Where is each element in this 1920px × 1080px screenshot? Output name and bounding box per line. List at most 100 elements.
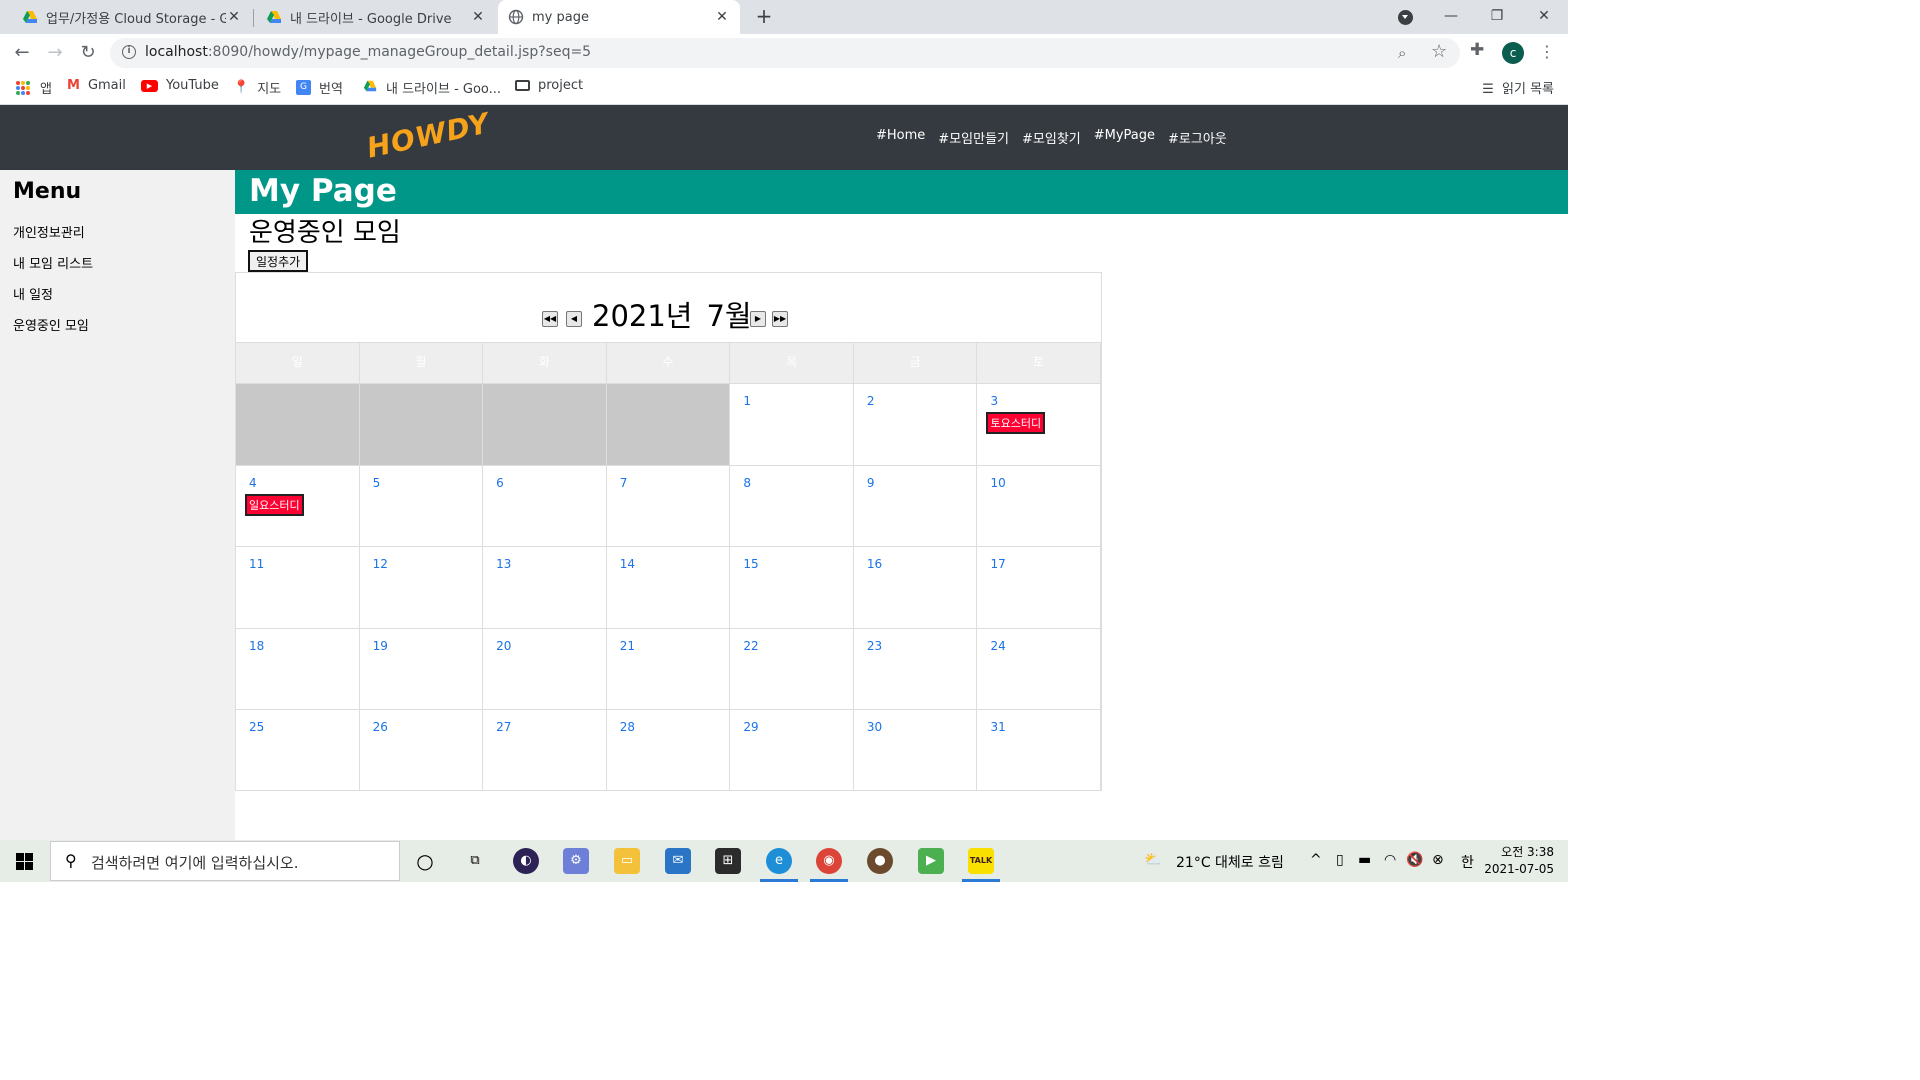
calendar-day-cell[interactable]: 18 xyxy=(236,628,360,710)
howdy-logo[interactable]: HOWDY xyxy=(364,106,493,164)
windows-start-icon[interactable] xyxy=(16,853,33,870)
calendar-day-cell[interactable]: 6 xyxy=(483,465,607,547)
event-badge[interactable]: 토요스터디 xyxy=(986,412,1046,434)
day-number[interactable]: 7 xyxy=(620,476,628,490)
bookmark-translate[interactable]: G 번역 xyxy=(296,78,343,97)
add-schedule-button[interactable]: 일정추가 xyxy=(248,250,309,272)
calendar-day-cell[interactable]: 29 xyxy=(730,710,854,791)
day-number[interactable]: 14 xyxy=(620,557,635,571)
day-number[interactable]: 3 xyxy=(990,394,998,408)
bookmark-drive[interactable]: 내 드라이브 - Goo... xyxy=(362,78,501,97)
prev-year-icon[interactable]: ◀◀ xyxy=(542,311,558,327)
day-number[interactable]: 17 xyxy=(990,557,1005,571)
nav-home[interactable]: #Home xyxy=(876,128,925,147)
calendar-day-cell[interactable]: 5 xyxy=(360,465,484,547)
bookmark-project[interactable]: project xyxy=(515,78,583,93)
restore-button[interactable]: ❐ xyxy=(1474,0,1520,34)
nav-find-group[interactable]: #모임찾기 xyxy=(1022,128,1081,147)
calendar-day-cell[interactable]: 16 xyxy=(854,547,978,628)
reload-icon[interactable]: ↻ xyxy=(75,40,101,66)
close-window-button[interactable]: ✕ xyxy=(1521,0,1567,34)
calendar-day-cell[interactable]: 8 xyxy=(730,465,854,547)
calendar-day-cell[interactable]: 22 xyxy=(730,628,854,710)
eclipse-icon[interactable]: ◐ xyxy=(513,848,539,874)
ime-indicator[interactable]: 한 xyxy=(1461,852,1474,872)
calendar-day-cell[interactable]: 20 xyxy=(483,628,607,710)
calendar-day-cell[interactable]: 26 xyxy=(360,710,484,791)
nav-create-group[interactable]: #모임만들기 xyxy=(938,128,1009,147)
calendar-day-cell[interactable]: 21 xyxy=(607,628,731,710)
day-number[interactable]: 26 xyxy=(373,720,388,734)
weather-icon[interactable]: ⛅ xyxy=(1144,852,1161,868)
battery-icon[interactable]: ▬ xyxy=(1358,852,1371,868)
day-number[interactable]: 16 xyxy=(867,557,882,571)
calendar-day-cell[interactable]: 11 xyxy=(236,547,360,628)
mail-icon[interactable]: ✉ xyxy=(665,848,691,874)
calendar-day-cell[interactable]: 17 xyxy=(977,547,1102,628)
calendar-day-cell[interactable]: 30 xyxy=(854,710,978,791)
sidebar-item-my-groups[interactable]: 내 모임 리스트 xyxy=(13,253,93,272)
profile-avatar[interactable]: c xyxy=(1502,42,1524,64)
day-number[interactable]: 20 xyxy=(496,639,511,653)
day-number[interactable]: 29 xyxy=(743,720,758,734)
url-text[interactable]: localhost:8090/howdy/mypage_manageGroup_… xyxy=(145,44,591,60)
calendar-day-cell[interactable]: 7 xyxy=(607,465,731,547)
day-number[interactable]: 5 xyxy=(373,476,381,490)
nav-mypage[interactable]: #MyPage xyxy=(1094,128,1155,147)
calendar-day-cell[interactable]: 14 xyxy=(607,547,731,628)
close-tab-icon[interactable]: ✕ xyxy=(470,9,486,25)
forward-arrow-icon[interactable]: → xyxy=(42,40,68,66)
day-number[interactable]: 18 xyxy=(249,639,264,653)
site-info-icon[interactable]: i xyxy=(122,45,136,59)
address-bar[interactable]: i localhost:8090/howdy/mypage_manageGrou… xyxy=(110,38,1460,68)
tab-my-page[interactable]: my page ✕ xyxy=(498,0,740,34)
file-explorer-icon[interactable]: ▭ xyxy=(614,848,640,874)
chrome-icon[interactable]: ◉ xyxy=(816,848,842,874)
day-number[interactable]: 30 xyxy=(867,720,882,734)
calendar-day-cell[interactable]: 27 xyxy=(483,710,607,791)
day-number[interactable]: 9 xyxy=(867,476,875,490)
taskbar-search[interactable]: ⚲ 검색하려면 여기에 입력하십시오. xyxy=(50,841,400,881)
day-number[interactable]: 25 xyxy=(249,720,264,734)
kakaotalk-icon[interactable]: TALK xyxy=(968,848,994,874)
day-number[interactable]: 27 xyxy=(496,720,511,734)
calendar-day-cell[interactable]: 31 xyxy=(977,710,1102,791)
day-number[interactable]: 12 xyxy=(373,557,388,571)
menu-kebab-icon[interactable]: ⋮ xyxy=(1539,42,1555,61)
day-number[interactable]: 24 xyxy=(990,639,1005,653)
day-number[interactable]: 23 xyxy=(867,639,882,653)
day-number[interactable]: 21 xyxy=(620,639,635,653)
bookmark-apps[interactable]: 앱 xyxy=(16,78,52,97)
tab-google-drive[interactable]: 내 드라이브 - Google Drive ✕ xyxy=(256,0,496,34)
calendar-day-cell[interactable]: 15 xyxy=(730,547,854,628)
calendar-day-cell[interactable]: 24 xyxy=(977,628,1102,710)
calendar-day-cell[interactable]: 3 토요스터디 xyxy=(977,384,1102,465)
day-number[interactable]: 11 xyxy=(249,557,264,571)
wifi-icon[interactable]: ◠ xyxy=(1384,852,1396,868)
calendar-day-cell[interactable]: 23 xyxy=(854,628,978,710)
calendar-day-cell[interactable]: 10 xyxy=(977,465,1102,547)
zoom-icon[interactable]: ⌕ xyxy=(1398,44,1406,62)
store-icon[interactable]: ⊞ xyxy=(715,848,741,874)
calendar-day-cell[interactable]: 19 xyxy=(360,628,484,710)
bookmark-gmail[interactable]: M Gmail xyxy=(67,78,126,93)
day-number[interactable]: 22 xyxy=(743,639,758,653)
event-badge[interactable]: 일요스터디 xyxy=(245,493,304,516)
day-number[interactable]: 1 xyxy=(743,394,751,408)
sidebar-item-managed-groups[interactable]: 운영중인 모임 xyxy=(13,315,89,334)
cortana-icon[interactable]: ○ xyxy=(412,848,438,874)
edge-icon[interactable]: e xyxy=(766,848,792,874)
calendar-day-cell[interactable]: 1 xyxy=(730,384,854,465)
task-view-icon[interactable]: ⧉ xyxy=(462,848,488,874)
day-number[interactable]: 13 xyxy=(496,557,511,571)
day-number[interactable]: 31 xyxy=(990,720,1005,734)
media-player-icon[interactable]: ▶ xyxy=(918,848,944,874)
calendar-day-cell[interactable]: 13 xyxy=(483,547,607,628)
day-number[interactable]: 28 xyxy=(620,720,635,734)
nav-logout[interactable]: #로그아웃 xyxy=(1168,128,1227,147)
calendar-day-cell[interactable]: 9 xyxy=(854,465,978,547)
bookmark-youtube[interactable]: ▶ YouTube xyxy=(141,78,219,93)
device-icon[interactable]: ▯ xyxy=(1336,852,1344,868)
close-tab-icon[interactable]: ✕ xyxy=(714,9,730,25)
tab-search-icon[interactable] xyxy=(1398,10,1413,25)
